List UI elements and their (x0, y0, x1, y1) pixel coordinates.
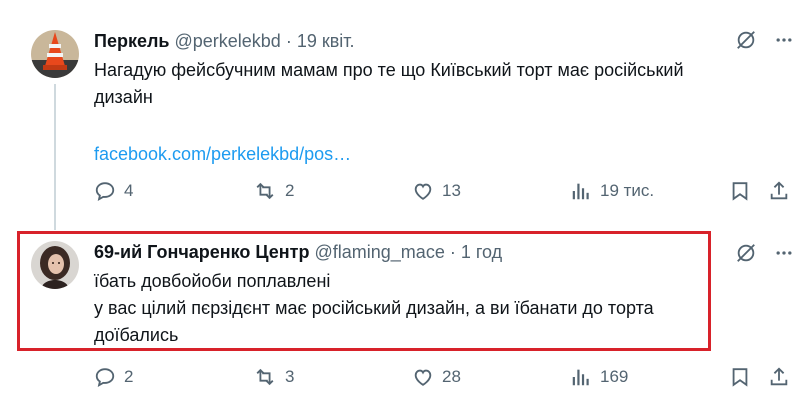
separator: · (449, 242, 456, 262)
action-bar: 2 3 28 169 (0, 366, 801, 392)
tweet-top-icons (734, 241, 796, 265)
traffic-cone-avatar-image (31, 30, 79, 78)
reply-button[interactable]: 2 (94, 366, 133, 388)
author-handle[interactable]: @flaming_mace (315, 242, 445, 263)
tweet-top-icons (734, 28, 796, 52)
bookmark-icon (732, 368, 748, 387)
grok-icon[interactable] (734, 28, 758, 52)
author-handle[interactable]: @perkelekbd (174, 31, 280, 52)
repost-count: 3 (285, 367, 295, 386)
reply-count: 4 (124, 181, 134, 200)
avatar[interactable] (31, 30, 79, 78)
author-name[interactable]: 69-ий Гончаренко Центр (94, 242, 310, 263)
user-photo-avatar-image (31, 241, 79, 289)
like-icon (414, 369, 432, 386)
bookmark-button[interactable] (729, 180, 751, 202)
share-icon (770, 181, 788, 200)
avatar[interactable] (31, 241, 79, 289)
bookmark-icon (732, 182, 748, 201)
bookmark-button[interactable] (729, 366, 751, 388)
share-button[interactable] (768, 366, 790, 388)
like-icon (414, 183, 432, 200)
repost-button[interactable]: 3 (253, 366, 294, 388)
thread-line (54, 84, 56, 230)
views-icon (572, 369, 589, 386)
tweet-text-line: Нагадую фейсбучним мамам про те що Київс… (94, 60, 684, 80)
share-icon (770, 367, 788, 386)
repost-icon (256, 182, 274, 200)
separator: · (285, 31, 292, 51)
share-button[interactable] (768, 180, 790, 202)
tweet-text-line: їбать довбойоби поплавлені (94, 271, 331, 291)
like-count: 28 (442, 367, 461, 386)
like-button[interactable]: 28 (412, 366, 461, 388)
external-link[interactable]: facebook.com/perkelekbd/pos… (94, 141, 684, 168)
action-bar: 4 2 13 19 тис. (0, 180, 801, 206)
like-count: 13 (442, 181, 461, 200)
repost-count: 2 (285, 181, 295, 200)
tweet-2[interactable]: 69-ий Гончаренко Центр @flaming_mace · 1… (0, 232, 801, 417)
tweet-1[interactable]: Перкель @perkelekbd · 19 квіт. Нагадую ф… (0, 0, 801, 232)
reply-icon (95, 182, 115, 202)
reply-icon (95, 368, 115, 388)
tweet-text-line: дизайн (94, 87, 153, 107)
author-name[interactable]: Перкель (94, 31, 169, 52)
views-count: 19 тис. (600, 181, 655, 200)
repost-icon (256, 368, 274, 386)
repost-button[interactable]: 2 (253, 180, 294, 202)
tweet-header: 69-ий Гончаренко Центр @flaming_mace · 1… (94, 242, 502, 263)
more-icon[interactable] (772, 241, 796, 265)
more-icon[interactable] (772, 28, 796, 52)
tweet-text-line: у вас цілий пєрзідєнт має російський диз… (94, 298, 654, 318)
tweet-text: Нагадую фейсбучним мамам про те що Київс… (94, 57, 684, 168)
reply-button[interactable]: 4 (94, 180, 133, 202)
timestamp[interactable]: 19 квіт. (297, 31, 355, 52)
views-button[interactable]: 169 (570, 366, 628, 388)
reply-count: 2 (124, 367, 134, 386)
timestamp[interactable]: 1 год (461, 242, 502, 263)
tweet-text-line: доїбались (94, 325, 179, 345)
views-count: 169 (600, 367, 629, 386)
tweet-header: Перкель @perkelekbd · 19 квіт. (94, 31, 355, 52)
views-icon (572, 183, 589, 200)
grok-icon[interactable] (734, 241, 758, 265)
like-button[interactable]: 13 (412, 180, 461, 202)
views-button[interactable]: 19 тис. (570, 180, 654, 202)
tweet-text: їбать довбойоби поплавлені у вас цілий п… (94, 268, 654, 349)
